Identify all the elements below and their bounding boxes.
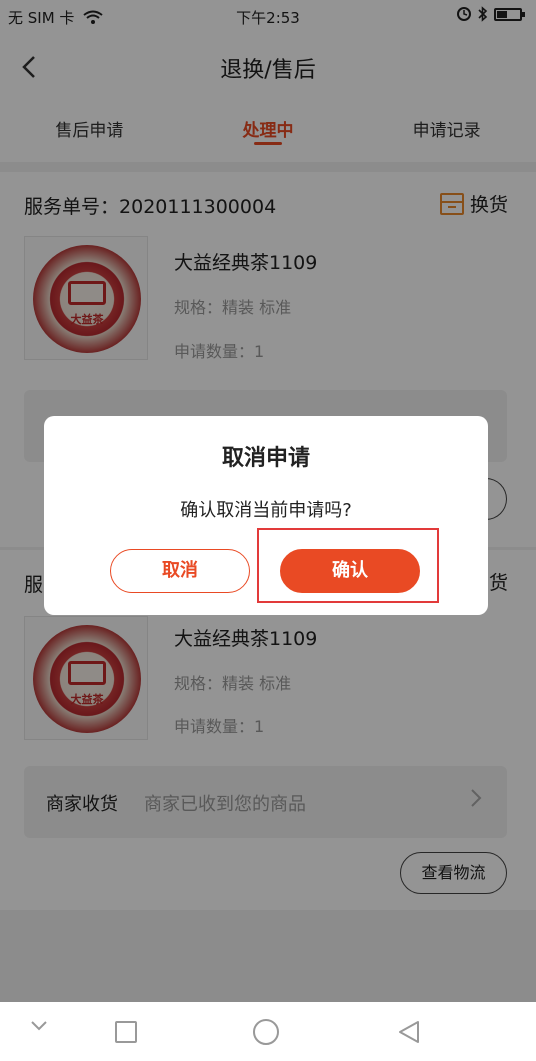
highlight-frame xyxy=(257,528,439,603)
dialog-message: 确认取消当前申请吗? xyxy=(180,500,352,521)
back-triangle-icon[interactable] xyxy=(396,1019,422,1045)
home-icon[interactable] xyxy=(253,1019,279,1045)
dialog-title: 取消申请 xyxy=(221,446,310,471)
cancel-button[interactable]: 取消 xyxy=(110,549,250,593)
recent-apps-icon[interactable] xyxy=(115,1021,137,1043)
system-nav-bar xyxy=(0,1002,536,1061)
chevron-down-icon[interactable] xyxy=(24,1012,54,1042)
screen: 无 SIM 卡 下午2:53 退换/售后 售后申请 处理中 申请记录 服务单号：… xyxy=(0,0,536,1061)
